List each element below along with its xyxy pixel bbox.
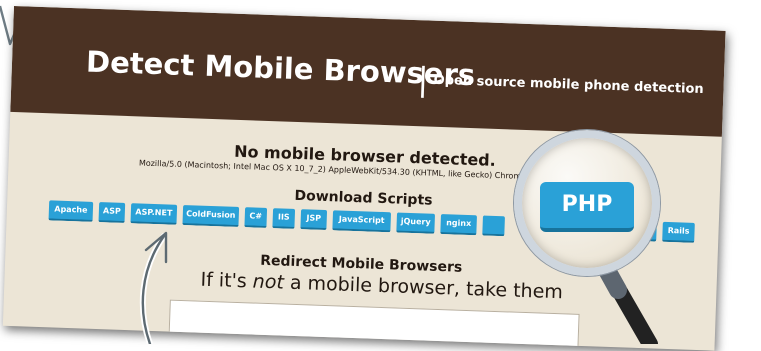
hand-drawn-arrow-icon bbox=[139, 231, 168, 344]
